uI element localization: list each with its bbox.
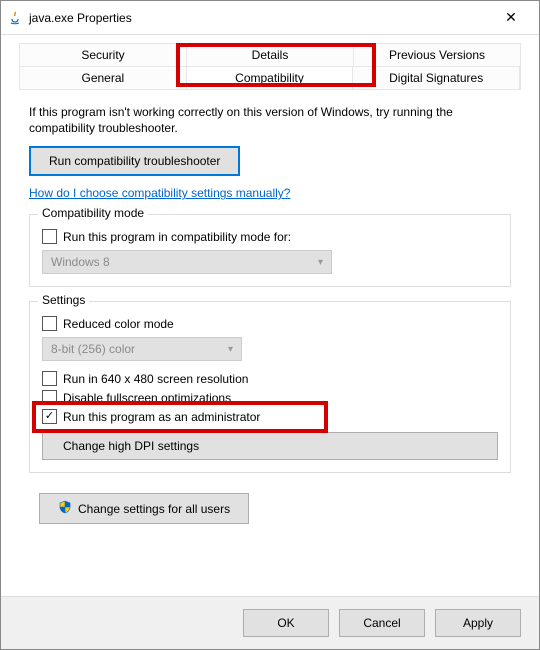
group-title-settings: Settings bbox=[38, 293, 89, 307]
checkbox-run-as-admin[interactable]: ✓ bbox=[42, 409, 57, 424]
tab-panel-compatibility: If this program isn't working correctly … bbox=[1, 90, 539, 596]
shield-icon bbox=[58, 500, 72, 517]
close-button[interactable]: ✕ bbox=[491, 4, 531, 32]
cancel-button[interactable]: Cancel bbox=[339, 609, 425, 637]
group-settings: Settings Reduced color mode 8-bit (256) … bbox=[29, 301, 511, 473]
group-title-compat: Compatibility mode bbox=[38, 206, 148, 220]
select-color-mode: 8-bit (256) color ▾ bbox=[42, 337, 242, 361]
run-troubleshooter-button[interactable]: Run compatibility troubleshooter bbox=[29, 146, 240, 176]
properties-window: java.exe Properties ✕ Security Details P… bbox=[0, 0, 540, 650]
tab-digital-signatures[interactable]: Digital Signatures bbox=[353, 67, 520, 89]
titlebar: java.exe Properties ✕ bbox=[1, 1, 539, 35]
window-title: java.exe Properties bbox=[29, 11, 132, 25]
checkbox-run-640x480[interactable] bbox=[42, 371, 57, 386]
help-link[interactable]: How do I choose compatibility settings m… bbox=[29, 186, 290, 200]
label-compat-mode: Run this program in compatibility mode f… bbox=[63, 230, 291, 244]
change-all-users-button[interactable]: Change settings for all users bbox=[39, 493, 249, 524]
java-icon bbox=[7, 10, 23, 26]
change-dpi-button[interactable]: Change high DPI settings bbox=[42, 432, 498, 460]
close-icon: ✕ bbox=[505, 9, 517, 26]
intro-text: If this program isn't working correctly … bbox=[29, 104, 511, 136]
checkbox-compat-mode[interactable] bbox=[42, 229, 57, 244]
tab-general[interactable]: General bbox=[20, 67, 187, 89]
tab-compatibility[interactable]: Compatibility bbox=[187, 67, 354, 89]
label-run-640x480: Run in 640 x 480 screen resolution bbox=[63, 372, 248, 386]
tab-details[interactable]: Details bbox=[187, 44, 354, 66]
tab-strip: Security Details Previous Versions Gener… bbox=[19, 43, 521, 90]
chevron-down-icon: ▾ bbox=[228, 344, 233, 355]
apply-button[interactable]: Apply bbox=[435, 609, 521, 637]
checkbox-reduced-color[interactable] bbox=[42, 316, 57, 331]
tab-security[interactable]: Security bbox=[20, 44, 187, 66]
group-compatibility-mode: Compatibility mode Run this program in c… bbox=[29, 214, 511, 287]
label-disable-fullscreen: Disable fullscreen optimizations bbox=[63, 391, 231, 405]
chevron-down-icon: ▾ bbox=[318, 257, 323, 268]
ok-button[interactable]: OK bbox=[243, 609, 329, 637]
select-compat-os: Windows 8 ▾ bbox=[42, 250, 332, 274]
dialog-footer: OK Cancel Apply bbox=[1, 596, 539, 649]
label-run-as-admin: Run this program as an administrator bbox=[63, 410, 260, 424]
label-reduced-color: Reduced color mode bbox=[63, 317, 174, 331]
tab-previous-versions[interactable]: Previous Versions bbox=[354, 44, 520, 66]
checkbox-disable-fullscreen[interactable] bbox=[42, 390, 57, 405]
